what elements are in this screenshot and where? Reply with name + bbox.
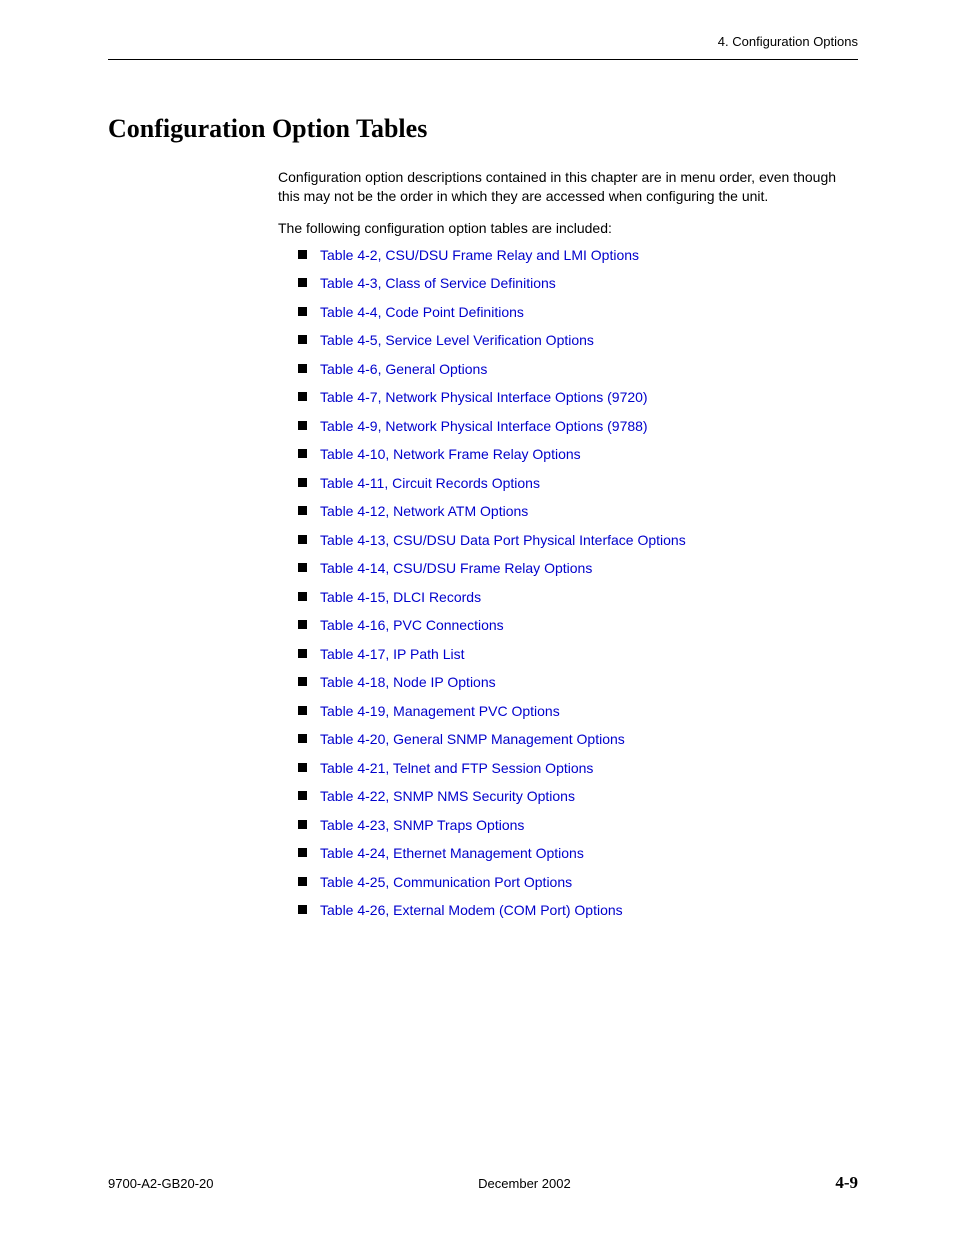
toc-item: Table 4-16, PVC Connections bbox=[298, 618, 858, 632]
footer-date: December 2002 bbox=[478, 1176, 571, 1191]
section-lead: The following configuration option table… bbox=[278, 220, 858, 236]
toc-link[interactable]: Table 4-14, CSU/DSU Frame Relay Options bbox=[320, 560, 592, 576]
toc-link[interactable]: Table 4-7, Network Physical Interface Op… bbox=[320, 389, 648, 405]
toc-item: Table 4-4, Code Point Definitions bbox=[298, 305, 858, 319]
square-bullet-icon bbox=[298, 250, 307, 259]
toc-item: Table 4-13, CSU/DSU Data Port Physical I… bbox=[298, 533, 858, 547]
toc-item: Table 4-24, Ethernet Management Options bbox=[298, 846, 858, 860]
square-bullet-icon bbox=[298, 820, 307, 829]
square-bullet-icon bbox=[298, 592, 307, 601]
running-header: 4. Configuration Options bbox=[108, 34, 858, 55]
square-bullet-icon bbox=[298, 278, 307, 287]
toc-item: Table 4-10, Network Frame Relay Options bbox=[298, 447, 858, 461]
toc-link[interactable]: Table 4-4, Code Point Definitions bbox=[320, 304, 524, 320]
toc-link[interactable]: Table 4-23, SNMP Traps Options bbox=[320, 817, 524, 833]
square-bullet-icon bbox=[298, 449, 307, 458]
toc-link[interactable]: Table 4-21, Telnet and FTP Session Optio… bbox=[320, 760, 593, 776]
toc-item: Table 4-12, Network ATM Options bbox=[298, 504, 858, 518]
toc-item: Table 4-19, Management PVC Options bbox=[298, 704, 858, 718]
section-title: Configuration Option Tables bbox=[108, 114, 858, 144]
toc-link[interactable]: Table 4-5, Service Level Verification Op… bbox=[320, 332, 594, 348]
toc-item: Table 4-9, Network Physical Interface Op… bbox=[298, 419, 858, 433]
toc-item: Table 4-25, Communication Port Options bbox=[298, 875, 858, 889]
toc-item: Table 4-18, Node IP Options bbox=[298, 675, 858, 689]
toc-item: Table 4-21, Telnet and FTP Session Optio… bbox=[298, 761, 858, 775]
toc-item: Table 4-5, Service Level Verification Op… bbox=[298, 333, 858, 347]
toc-link[interactable]: Table 4-2, CSU/DSU Frame Relay and LMI O… bbox=[320, 247, 639, 263]
square-bullet-icon bbox=[298, 478, 307, 487]
square-bullet-icon bbox=[298, 421, 307, 430]
toc-link[interactable]: Table 4-16, PVC Connections bbox=[320, 617, 504, 633]
toc-link[interactable]: Table 4-12, Network ATM Options bbox=[320, 503, 528, 519]
toc-item: Table 4-2, CSU/DSU Frame Relay and LMI O… bbox=[298, 248, 858, 262]
toc-link[interactable]: Table 4-26, External Modem (COM Port) Op… bbox=[320, 902, 623, 918]
section-intro: Configuration option descriptions contai… bbox=[278, 168, 858, 206]
square-bullet-icon bbox=[298, 905, 307, 914]
toc-link[interactable]: Table 4-25, Communication Port Options bbox=[320, 874, 572, 890]
toc-link[interactable]: Table 4-15, DLCI Records bbox=[320, 589, 481, 605]
square-bullet-icon bbox=[298, 506, 307, 515]
toc-link[interactable]: Table 4-10, Network Frame Relay Options bbox=[320, 446, 581, 462]
toc-link[interactable]: Table 4-24, Ethernet Management Options bbox=[320, 845, 584, 861]
square-bullet-icon bbox=[298, 763, 307, 772]
toc-item: Table 4-14, CSU/DSU Frame Relay Options bbox=[298, 561, 858, 575]
square-bullet-icon bbox=[298, 620, 307, 629]
toc-link[interactable]: Table 4-18, Node IP Options bbox=[320, 674, 496, 690]
square-bullet-icon bbox=[298, 734, 307, 743]
toc-item: Table 4-20, General SNMP Management Opti… bbox=[298, 732, 858, 746]
toc-link[interactable]: Table 4-6, General Options bbox=[320, 361, 487, 377]
toc-item: Table 4-26, External Modem (COM Port) Op… bbox=[298, 903, 858, 917]
toc-link[interactable]: Table 4-11, Circuit Records Options bbox=[320, 475, 540, 491]
toc-link[interactable]: Table 4-20, General SNMP Management Opti… bbox=[320, 731, 625, 747]
square-bullet-icon bbox=[298, 706, 307, 715]
toc-list: Table 4-2, CSU/DSU Frame Relay and LMI O… bbox=[298, 248, 858, 918]
toc-link[interactable]: Table 4-13, CSU/DSU Data Port Physical I… bbox=[320, 532, 686, 548]
toc-link[interactable]: Table 4-17, IP Path List bbox=[320, 646, 465, 662]
toc-item: Table 4-6, General Options bbox=[298, 362, 858, 376]
square-bullet-icon bbox=[298, 335, 307, 344]
square-bullet-icon bbox=[298, 791, 307, 800]
toc-item: Table 4-11, Circuit Records Options bbox=[298, 476, 858, 490]
square-bullet-icon bbox=[298, 677, 307, 686]
toc-item: Table 4-17, IP Path List bbox=[298, 647, 858, 661]
square-bullet-icon bbox=[298, 848, 307, 857]
toc-item: Table 4-7, Network Physical Interface Op… bbox=[298, 390, 858, 404]
toc-link[interactable]: Table 4-3, Class of Service Definitions bbox=[320, 275, 556, 291]
square-bullet-icon bbox=[298, 364, 307, 373]
toc-item: Table 4-23, SNMP Traps Options bbox=[298, 818, 858, 832]
page-footer: 9700-A2-GB20-20 December 2002 4-9 bbox=[108, 1173, 858, 1193]
square-bullet-icon bbox=[298, 649, 307, 658]
toc-link[interactable]: Table 4-22, SNMP NMS Security Options bbox=[320, 788, 575, 804]
footer-page-number: 4-9 bbox=[835, 1173, 858, 1193]
square-bullet-icon bbox=[298, 307, 307, 316]
footer-doc-number: 9700-A2-GB20-20 bbox=[108, 1176, 214, 1191]
square-bullet-icon bbox=[298, 877, 307, 886]
toc-item: Table 4-22, SNMP NMS Security Options bbox=[298, 789, 858, 803]
toc-link[interactable]: Table 4-9, Network Physical Interface Op… bbox=[320, 418, 648, 434]
toc-item: Table 4-15, DLCI Records bbox=[298, 590, 858, 604]
square-bullet-icon bbox=[298, 563, 307, 572]
header-rule bbox=[108, 59, 858, 60]
toc-link[interactable]: Table 4-19, Management PVC Options bbox=[320, 703, 560, 719]
square-bullet-icon bbox=[298, 535, 307, 544]
square-bullet-icon bbox=[298, 392, 307, 401]
toc-item: Table 4-3, Class of Service Definitions bbox=[298, 276, 858, 290]
